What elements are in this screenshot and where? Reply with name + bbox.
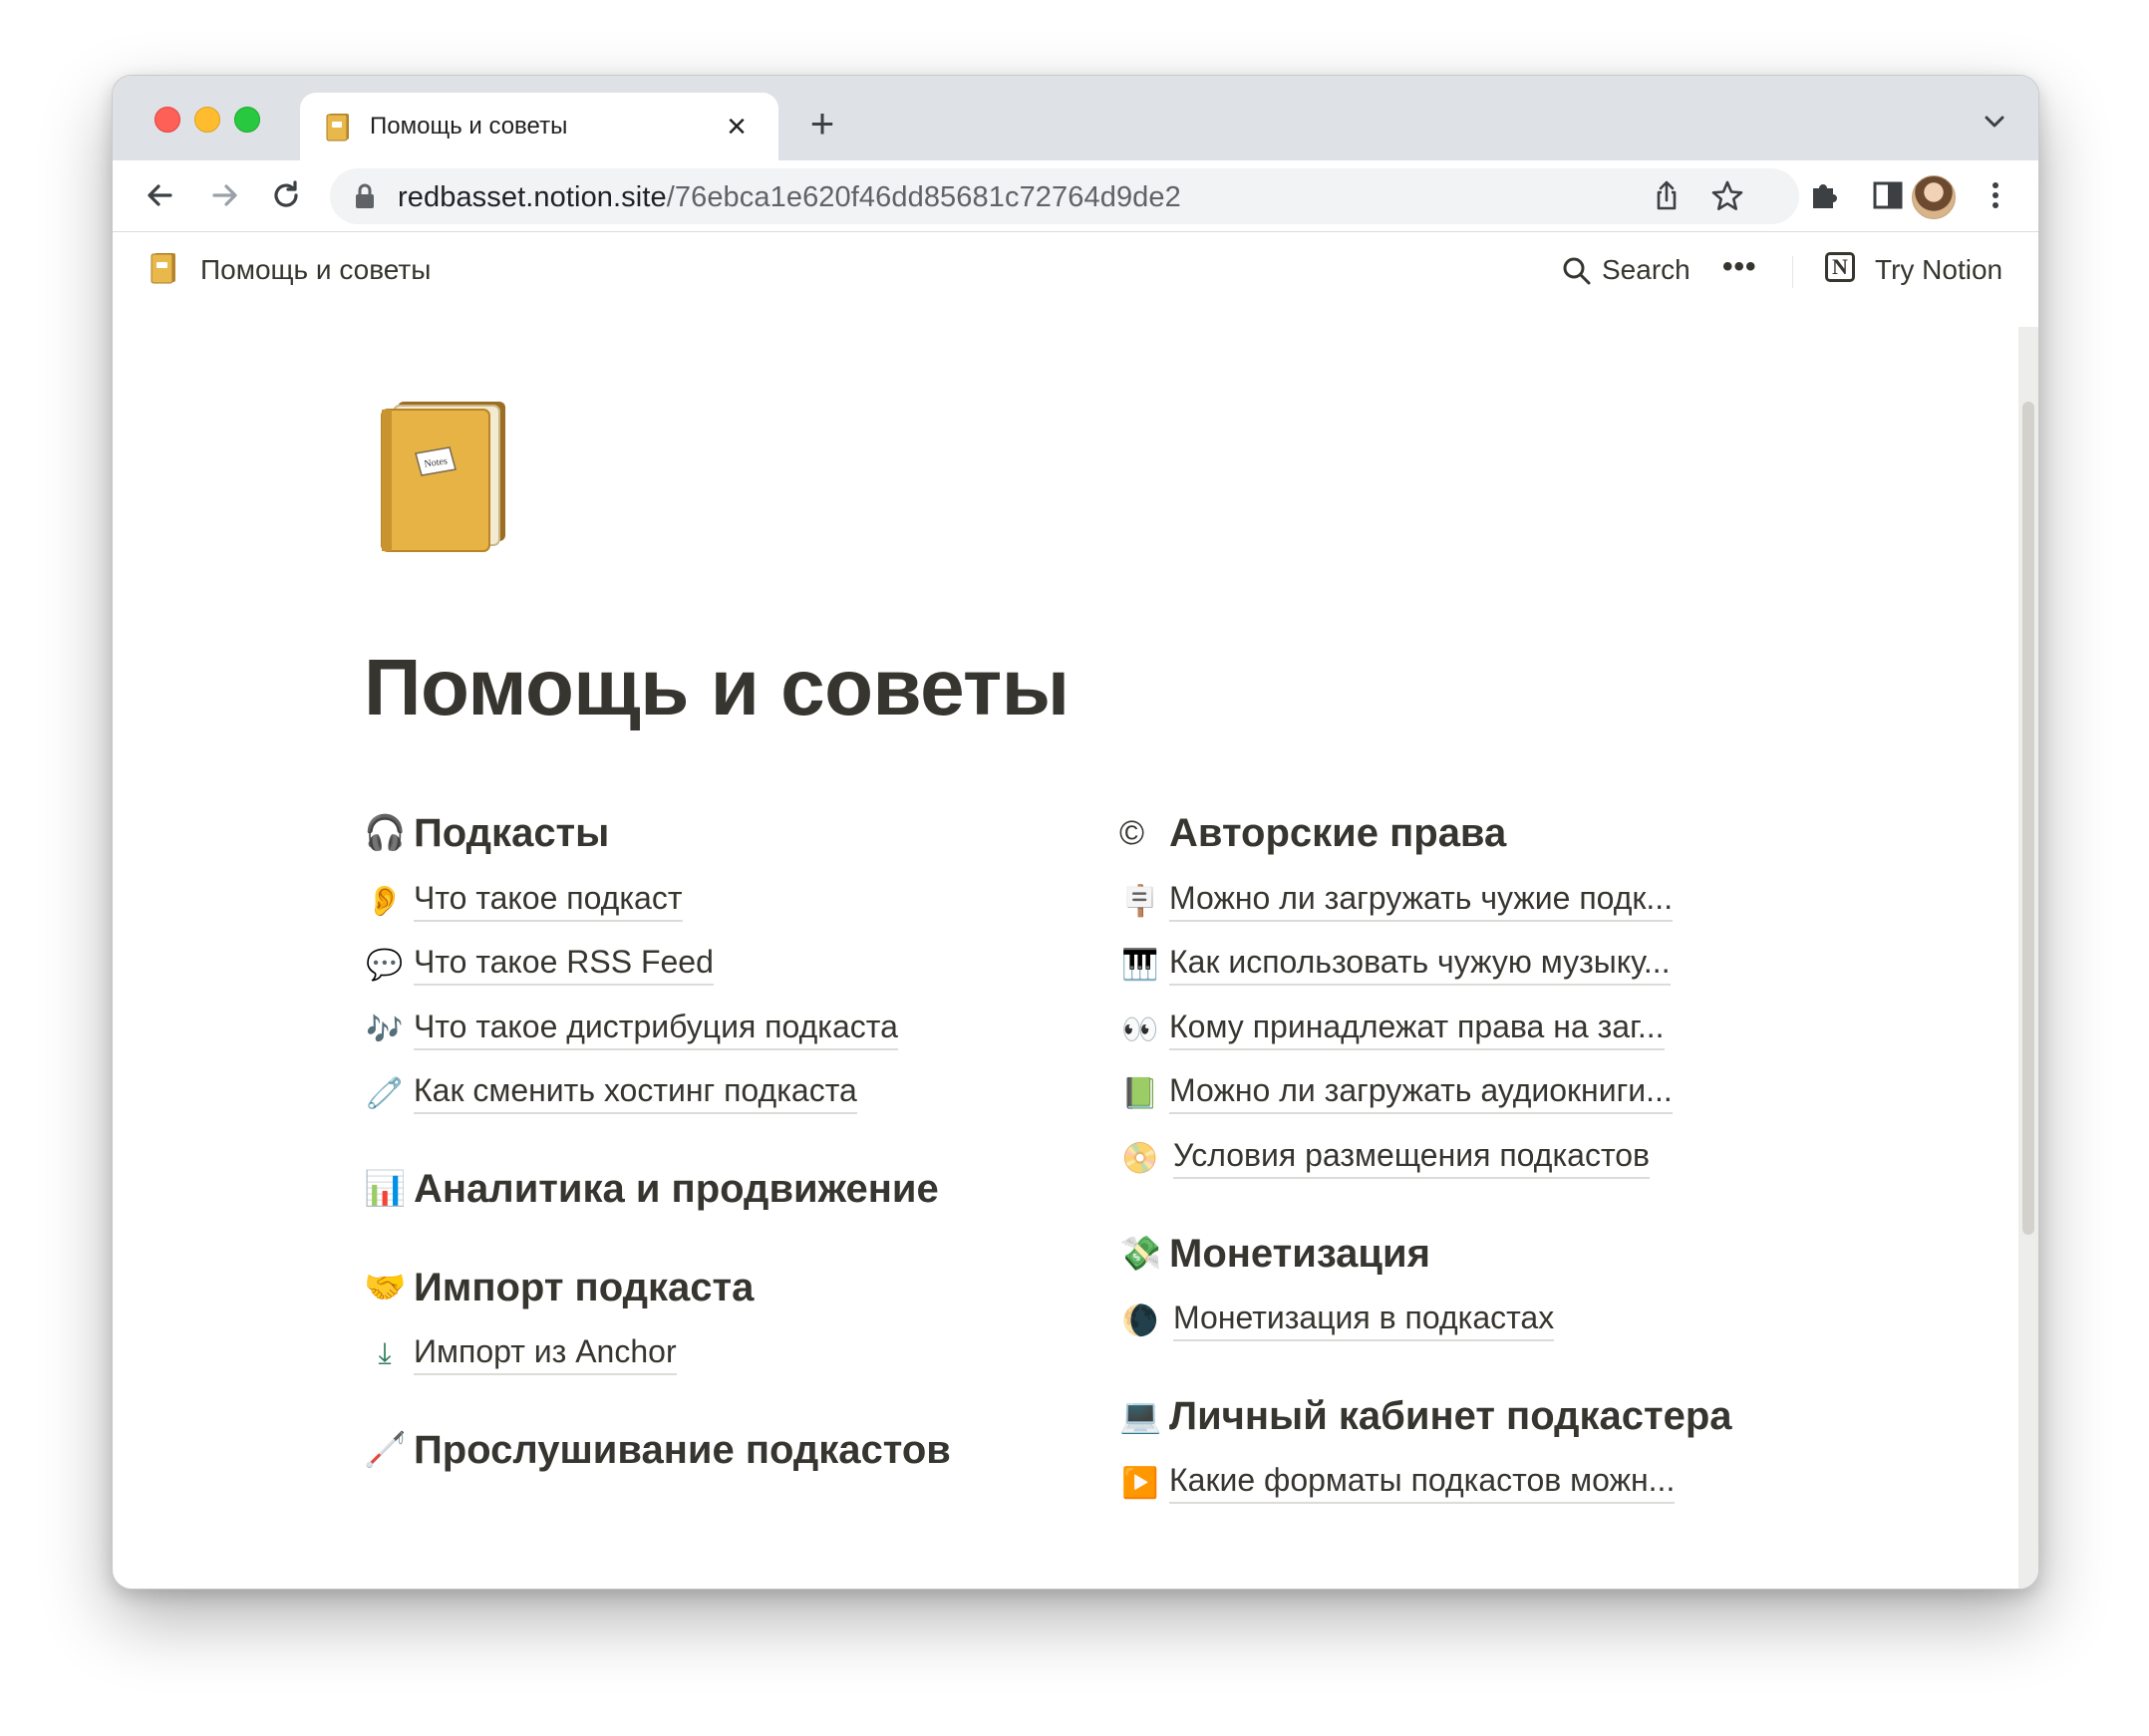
forward-arrow-icon[interactable] <box>202 173 246 217</box>
page-link-label[interactable]: Кому принадлежат права на заг... <box>1169 1009 1665 1050</box>
heading-text: Подкасты <box>414 811 610 855</box>
heading-monetization[interactable]: 💸 Монетизация <box>1119 1232 1430 1277</box>
url-path: /76ebca1e620f46dd85681c72764d9de2 <box>666 181 1181 213</box>
handshake-icon: 🤝 <box>364 1269 407 1306</box>
speech-bubble-icon: 💬 <box>366 949 404 982</box>
copyright-icon: © <box>1119 814 1145 852</box>
minimize-window-button[interactable] <box>194 107 220 133</box>
heading-import[interactable]: 🤝 Импорт подкаста <box>364 1266 754 1310</box>
notion-topbar: Помощь и советы Search ••• N Try Notion <box>113 232 2038 310</box>
scrollbar-thumb[interactable] <box>2022 402 2034 1235</box>
page-link-label[interactable]: Как использовать чужую музыку... <box>1169 944 1671 986</box>
lock-icon[interactable] <box>354 183 376 209</box>
search-button[interactable]: Search <box>1602 254 1690 286</box>
extensions-puzzle-icon[interactable] <box>1805 176 1843 214</box>
search-icon[interactable] <box>1562 256 1592 286</box>
heading-text: Монетизация <box>1169 1232 1430 1276</box>
download-icon: ⤓ <box>378 1337 392 1370</box>
piano-icon: 🎹 <box>1121 949 1159 982</box>
chevron-down-icon[interactable] <box>1979 106 2010 138</box>
notebook-icon <box>151 253 175 284</box>
heading-listening[interactable]: 🦯 Прослушивание подкастов <box>364 1428 951 1473</box>
headphones-icon: 🎧 <box>364 814 407 852</box>
heading-text: Аналитика и продвижение <box>414 1167 939 1211</box>
money-wings-icon: 💸 <box>1119 1235 1162 1273</box>
bar-chart-icon: 📊 <box>364 1170 407 1208</box>
heading-text: Личный кабинет подкастера <box>1169 1394 1732 1438</box>
page-link-label[interactable]: Можно ли загружать чужие подк... <box>1169 880 1674 922</box>
profile-avatar[interactable] <box>1912 175 1956 219</box>
browser-tab-active[interactable]: Помощь и советы × <box>300 93 778 160</box>
music-notes-icon: 🎶 <box>366 1013 404 1046</box>
green-book-icon: 📗 <box>1121 1077 1159 1110</box>
share-icon[interactable] <box>1649 178 1685 214</box>
page-link-label[interactable]: Как сменить хостинг подкаста <box>414 1072 857 1114</box>
page-link-label[interactable]: Можно ли загружать аудиокниги... <box>1169 1072 1673 1114</box>
dvd-icon: 📀 <box>1121 1142 1159 1175</box>
notion-logo-icon[interactable]: N <box>1825 252 1855 282</box>
play-button-icon: ▶️ <box>1121 1467 1159 1500</box>
notebook-icon <box>326 114 349 142</box>
page-link-label[interactable]: Что такое подкаст <box>414 880 683 922</box>
heading-copyright[interactable]: © Авторские права <box>1119 811 1506 856</box>
heading-personal-cabinet[interactable]: 💻 Личный кабинет подкастера <box>1119 1394 1732 1439</box>
reload-icon[interactable] <box>264 173 308 217</box>
kebab-menu-icon[interactable] <box>1977 176 2014 214</box>
url-text[interactable]: redbasset.notion.site/76ebca1e620f46dd85… <box>398 181 1181 214</box>
page-link-label[interactable]: Какие форматы подкастов можн... <box>1169 1462 1676 1504</box>
url-host: redbasset.notion.site <box>398 181 667 213</box>
eyes-icon: 👀 <box>1121 1013 1159 1046</box>
laptop-icon: 💻 <box>1119 1397 1162 1435</box>
page-link-label[interactable]: Что такое RSS Feed <box>414 944 714 986</box>
zoom-window-button[interactable] <box>234 107 260 133</box>
safety-pin-icon: 🧷 <box>366 1077 404 1110</box>
breadcrumb[interactable]: Помощь и советы <box>200 254 431 286</box>
page-link-label[interactable]: Монетизация в подкастах <box>1173 1300 1555 1341</box>
divider <box>1792 256 1793 288</box>
close-icon[interactable]: × <box>717 107 757 146</box>
address-bar[interactable]: redbasset.notion.site/76ebca1e620f46dd85… <box>330 168 1799 224</box>
tab-strip: Помощь и советы × + <box>113 76 2038 160</box>
tab-title: Помощь и советы <box>370 113 568 140</box>
scrollbar[interactable] <box>2018 327 2038 1589</box>
new-tab-button[interactable]: + <box>800 102 844 145</box>
star-icon[interactable] <box>1709 178 1745 214</box>
side-panel-icon[interactable] <box>1869 176 1907 214</box>
browser-window: Помощь и советы × + redbasset.notion.sit… <box>112 75 2039 1590</box>
page-link-label[interactable]: Импорт из Anchor <box>414 1333 677 1375</box>
page-link-label[interactable]: Условия размещения подкастов <box>1173 1137 1651 1179</box>
page-link-label[interactable]: Что такое дистрибуция подкаста <box>414 1009 898 1050</box>
heading-text: Авторские права <box>1169 811 1507 855</box>
more-options-icon[interactable]: ••• <box>1722 250 1757 284</box>
heading-text: Импорт подкаста <box>414 1266 755 1309</box>
heading-podcasts[interactable]: 🎧 Подкасты <box>364 811 609 856</box>
placard-icon: 🪧 <box>1121 885 1159 918</box>
page-title: Помощь и советы <box>364 643 1070 731</box>
close-window-button[interactable] <box>154 107 180 133</box>
back-arrow-icon[interactable] <box>139 173 182 217</box>
moon-icon: 🌘 <box>1121 1304 1159 1337</box>
heading-analytics[interactable]: 📊 Аналитика и продвижение <box>364 1167 939 1212</box>
notebook-icon[interactable]: Notes <box>376 396 515 555</box>
cane-icon: 🦯 <box>364 1431 407 1469</box>
try-notion-button[interactable]: Try Notion <box>1875 254 2002 286</box>
heading-text: Прослушивание подкастов <box>414 1428 951 1472</box>
ear-icon: 👂 <box>366 885 404 918</box>
browser-toolbar: redbasset.notion.site/76ebca1e620f46dd85… <box>113 160 2038 232</box>
